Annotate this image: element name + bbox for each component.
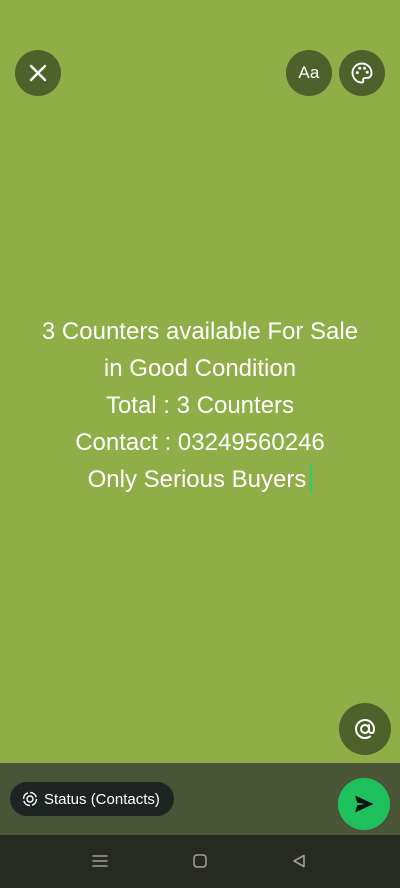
background-color-button[interactable]	[339, 50, 385, 96]
status-text-line: in Good Condition	[103, 355, 297, 382]
status-text-last-line: Only Serious Buyers	[0, 461, 400, 498]
font-style-button[interactable]: Aa	[286, 50, 332, 96]
status-text-line: 3 Counters available For Sale	[41, 318, 359, 345]
status-ring-icon	[22, 791, 38, 807]
status-text-line: Contact : 03249560246	[75, 429, 325, 456]
back-button[interactable]	[288, 850, 310, 872]
at-sign-icon	[353, 717, 377, 741]
send-button[interactable]	[338, 778, 390, 830]
status-text-line: Only Serious Buyers	[87, 466, 307, 493]
palette-icon	[350, 61, 374, 85]
recent-apps-button[interactable]	[89, 850, 111, 872]
close-button[interactable]	[15, 50, 61, 96]
close-icon	[28, 63, 48, 83]
home-button[interactable]	[189, 850, 211, 872]
audience-label: Status (Contacts)	[44, 790, 160, 808]
system-navigation-bar	[0, 835, 400, 888]
back-icon	[291, 853, 307, 869]
home-icon	[192, 853, 208, 869]
send-icon	[353, 793, 375, 815]
status-editor-screen: Aa 3 Counters available For Sale in Good…	[0, 0, 400, 888]
font-icon: Aa	[298, 63, 320, 82]
status-audience-button[interactable]: Status (Contacts)	[10, 782, 174, 816]
bottom-bar: Status (Contacts)	[0, 763, 400, 835]
menu-icon	[92, 854, 108, 868]
mention-button[interactable]	[339, 703, 391, 755]
status-text-input[interactable]: 3 Counters available For Sale in Good Co…	[0, 313, 400, 498]
text-cursor	[310, 465, 313, 493]
status-text-line: Total : 3 Counters	[105, 392, 295, 419]
